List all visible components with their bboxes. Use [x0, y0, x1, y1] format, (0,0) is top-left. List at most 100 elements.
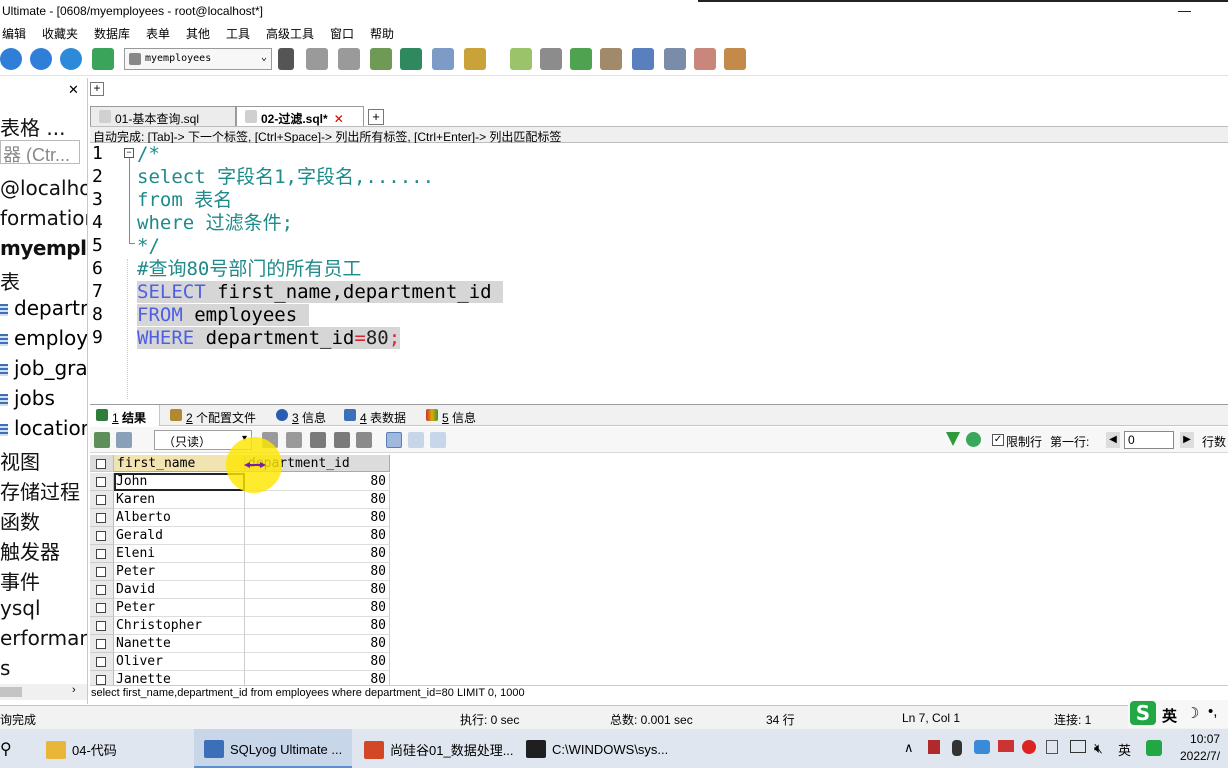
- text-view-icon[interactable]: [430, 432, 446, 448]
- menu-table[interactable]: 表单: [146, 25, 170, 42]
- tab-info[interactable]: 5 信息: [420, 405, 484, 426]
- tab-basic-query[interactable]: 01-基本查询.sql: [90, 106, 236, 126]
- cell-department-id[interactable]: 80: [245, 599, 390, 617]
- menu-tools[interactable]: 工具: [226, 25, 250, 42]
- select-all-checkbox[interactable]: [90, 455, 114, 472]
- next-page-button[interactable]: ▶: [1180, 432, 1194, 448]
- new-query-button[interactable]: +: [90, 82, 104, 96]
- cell-department-id[interactable]: 80: [245, 653, 390, 671]
- menu-database[interactable]: 数据库: [94, 25, 130, 42]
- table-icon[interactable]: [432, 48, 454, 70]
- row-checkbox[interactable]: [90, 509, 114, 527]
- cell-department-id[interactable]: 80: [245, 545, 390, 563]
- export-icon[interactable]: [94, 432, 110, 448]
- search-icon[interactable]: ⚲: [0, 739, 12, 759]
- schema-icon[interactable]: [92, 48, 114, 70]
- menu-other[interactable]: 其他: [186, 25, 210, 42]
- tab-filter[interactable]: 02-过滤.sql* ✕: [236, 106, 364, 126]
- tree-item-tables[interactable]: 表: [0, 266, 20, 295]
- new-database-icon[interactable]: [306, 48, 328, 70]
- tree-item-localhost[interactable]: @localhost: [0, 176, 87, 200]
- cell-first-name[interactable]: Karen: [114, 491, 245, 509]
- cell-first-name[interactable]: Oliver: [114, 653, 245, 671]
- recording-indicator-icon[interactable]: [1022, 740, 1036, 754]
- cell-first-name[interactable]: Eleni: [114, 545, 245, 563]
- form-view-icon[interactable]: [408, 432, 424, 448]
- table-row[interactable]: Alberto 80: [90, 509, 390, 527]
- tree-item-performance-schema[interactable]: erformance_schema: [0, 626, 87, 650]
- tree-item-mysql[interactable]: ysql: [0, 596, 41, 620]
- grid-view-icon[interactable]: [386, 432, 402, 448]
- scrollbar-thumb[interactable]: [0, 687, 22, 697]
- scroll-right-icon[interactable]: ›: [72, 684, 76, 696]
- cell-first-name[interactable]: Gerald: [114, 527, 245, 545]
- cell-department-id[interactable]: 80: [245, 527, 390, 545]
- cell-department-id[interactable]: 80: [245, 581, 390, 599]
- menu-advanced-tools[interactable]: 高级工具: [266, 25, 314, 42]
- cell-department-id[interactable]: 80: [245, 509, 390, 527]
- tree-item-information-schema[interactable]: formation_schema: [0, 206, 87, 230]
- tree-item-events[interactable]: 事件: [0, 566, 40, 595]
- copy-grid-icon[interactable]: [116, 432, 132, 448]
- row-checkbox[interactable]: [90, 581, 114, 599]
- refresh-icon[interactable]: [966, 432, 981, 447]
- tree-item-jobs[interactable]: jobs: [0, 386, 55, 410]
- cloud-icon[interactable]: [974, 740, 990, 754]
- cell-first-name[interactable]: David: [114, 581, 245, 599]
- new-connection-icon[interactable]: [30, 48, 52, 70]
- migration-icon[interactable]: [632, 48, 654, 70]
- taskbar-item-folder[interactable]: 04-代码: [36, 729, 192, 768]
- table-row[interactable]: Christopher 80: [90, 617, 390, 635]
- query-builder-icon[interactable]: [510, 48, 532, 70]
- tree-item-triggers[interactable]: 触发器: [0, 536, 60, 565]
- microphone-icon[interactable]: [952, 740, 962, 756]
- tree-item-job-grades[interactable]: job_grades: [0, 356, 87, 380]
- row-checkbox[interactable]: [90, 491, 114, 509]
- tree-item-sys[interactable]: s: [0, 656, 10, 680]
- cell-first-name[interactable]: Nanette: [114, 635, 245, 653]
- globe-icon[interactable]: [60, 48, 82, 70]
- input-language[interactable]: 英: [1118, 740, 1131, 759]
- ime-tray-icon[interactable]: [1146, 740, 1162, 756]
- table-row[interactable]: Peter 80: [90, 563, 390, 581]
- row-checkbox[interactable]: [90, 545, 114, 563]
- cell-department-id[interactable]: 80: [245, 635, 390, 653]
- connect-icon[interactable]: [0, 48, 22, 70]
- tray-app-icon[interactable]: [928, 740, 940, 754]
- limit-rows-checkbox[interactable]: ✓: [992, 434, 1004, 446]
- fold-toggle-icon[interactable]: −: [124, 148, 134, 158]
- menu-window[interactable]: 窗口: [330, 25, 354, 42]
- cell-first-name[interactable]: Janette: [114, 671, 245, 685]
- duplicate-row-icon[interactable]: [286, 432, 302, 448]
- tab-table-data[interactable]: 4 表数据: [338, 405, 416, 426]
- tree-item-departments[interactable]: departments: [0, 296, 87, 320]
- previous-page-button[interactable]: ◀: [1106, 432, 1120, 448]
- cell-first-name[interactable]: Peter: [114, 563, 245, 581]
- table-row[interactable]: Janette 80: [90, 671, 390, 685]
- monitor-icon[interactable]: [664, 48, 686, 70]
- cancel-icon[interactable]: [356, 432, 372, 448]
- taskbar-item-sqlyog[interactable]: SQLyog Ultimate ...: [194, 729, 352, 768]
- tree-item-myemployees[interactable]: myemployees: [0, 236, 87, 260]
- filter-input[interactable]: 器 (Ctr...: [0, 140, 80, 164]
- cell-first-name[interactable]: Christopher: [114, 617, 245, 635]
- moon-icon[interactable]: ☽: [1186, 704, 1199, 722]
- history-icon[interactable]: [724, 48, 746, 70]
- job-icon[interactable]: [600, 48, 622, 70]
- system-clock[interactable]: 10:07 2022/7/: [1180, 731, 1220, 765]
- cell-department-id[interactable]: 80: [245, 617, 390, 635]
- tree-item-functions[interactable]: 函数: [0, 506, 40, 535]
- import-icon[interactable]: [400, 48, 422, 70]
- cell-department-id[interactable]: 80: [245, 671, 390, 685]
- sql-editor[interactable]: 1 2 3 4 5 6 7 8 9 − /* select 字段名1,字段名,.…: [90, 143, 1228, 400]
- cell-first-name[interactable]: Alberto: [114, 509, 245, 527]
- row-checkbox[interactable]: [90, 563, 114, 581]
- add-tab-button[interactable]: +: [368, 109, 384, 125]
- table-row[interactable]: Karen 80: [90, 491, 390, 509]
- ime-language[interactable]: 英: [1162, 705, 1177, 726]
- tab-messages[interactable]: 3 信息: [270, 405, 334, 426]
- database-select[interactable]: myemployees ⌄: [124, 48, 272, 70]
- punctuation-icon[interactable]: •,: [1208, 703, 1217, 720]
- tree-item-procedures[interactable]: 存储过程: [0, 476, 80, 505]
- save-icon[interactable]: [310, 432, 326, 448]
